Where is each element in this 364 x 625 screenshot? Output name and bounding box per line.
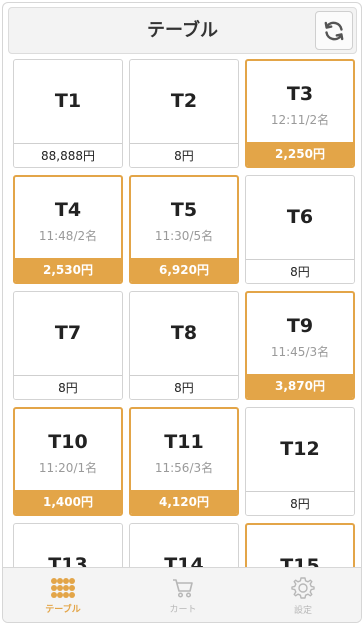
tab-settings[interactable]: 設定 <box>243 568 361 622</box>
table-name: T8 <box>170 322 198 344</box>
table-total: 8円 <box>246 491 354 515</box>
table-total: 1,400円 <box>15 490 121 514</box>
grid-icon <box>51 577 75 598</box>
table-time-guests: 11:48/2名 <box>38 229 98 243</box>
table-name: T11 <box>164 431 204 453</box>
table-tile[interactable]: T11 11:56/3名 4,120円 <box>129 407 239 516</box>
table-total: 2,250円 <box>247 142 353 166</box>
table-tile[interactable]: T12 8円 <box>245 407 355 516</box>
refresh-button[interactable] <box>315 11 353 50</box>
refresh-icon <box>324 21 344 40</box>
tab-settings-label: 設定 <box>293 605 312 616</box>
table-name: T3 <box>286 83 314 105</box>
table-total: 8円 <box>14 375 122 399</box>
table-time-guests: 11:56/3名 <box>154 461 214 475</box>
table-tile[interactable]: T2 8円 <box>129 59 239 168</box>
tab-cart-label: カート <box>169 604 197 615</box>
table-time-guests: 11:20/1名 <box>38 461 98 475</box>
table-name: T10 <box>48 431 88 453</box>
table-time-guests: 11:30/5名 <box>154 229 214 243</box>
table-total: 3,870円 <box>247 374 353 398</box>
table-name: T5 <box>170 199 198 221</box>
table-total: 2,530円 <box>15 258 121 282</box>
table-time-guests: 12:11/2名 <box>270 113 330 127</box>
table-tile[interactable]: T10 11:20/1名 1,400円 <box>13 407 123 516</box>
table-tile[interactable]: T6 8円 <box>245 175 355 284</box>
cart-icon <box>173 578 193 598</box>
table-tile[interactable]: T5 11:30/5名 6,920円 <box>129 175 239 284</box>
table-name: T12 <box>280 438 320 460</box>
table-total: 8円 <box>130 143 238 167</box>
header-bar: テーブル <box>8 7 357 54</box>
table-total: 6,920円 <box>131 258 237 282</box>
gear-icon <box>291 576 315 599</box>
table-name: T9 <box>286 315 314 337</box>
tab-bar: テーブル カート 設定 <box>3 567 361 622</box>
table-tile[interactable]: T9 11:45/3名 3,870円 <box>245 291 355 400</box>
table-tile[interactable]: T8 8円 <box>129 291 239 400</box>
table-name: T7 <box>54 322 82 344</box>
table-total: 8円 <box>246 259 354 283</box>
tab-tables[interactable]: テーブル <box>3 568 123 622</box>
table-tile[interactable]: T1 88,888円 <box>13 59 123 168</box>
table-name: T6 <box>286 206 314 228</box>
page-title: テーブル <box>147 20 218 41</box>
tab-tables-label: テーブル <box>45 604 81 615</box>
table-tile[interactable]: T4 11:48/2名 2,530円 <box>13 175 123 284</box>
table-tile[interactable]: T3 12:11/2名 2,250円 <box>245 59 355 168</box>
table-time-guests: 11:45/3名 <box>270 345 330 359</box>
table-total: 88,888円 <box>14 143 122 167</box>
table-name: T2 <box>170 90 198 112</box>
tab-cart[interactable]: カート <box>123 568 243 622</box>
app-frame: T1 88,888円 T2 8円 T3 12:11/2名 2,250円 T4 11:48/2名 2… <box>2 2 362 623</box>
table-total: 4,120円 <box>131 490 237 514</box>
table-tile[interactable]: T7 8円 <box>13 291 123 400</box>
table-name: T4 <box>54 199 82 221</box>
table-grid: T1 88,888円 T2 8円 T3 12:11/2名 2,250円 T4 11:48/2名 2… <box>3 3 361 622</box>
table-total: 8円 <box>130 375 238 399</box>
table-name: T1 <box>54 90 82 112</box>
